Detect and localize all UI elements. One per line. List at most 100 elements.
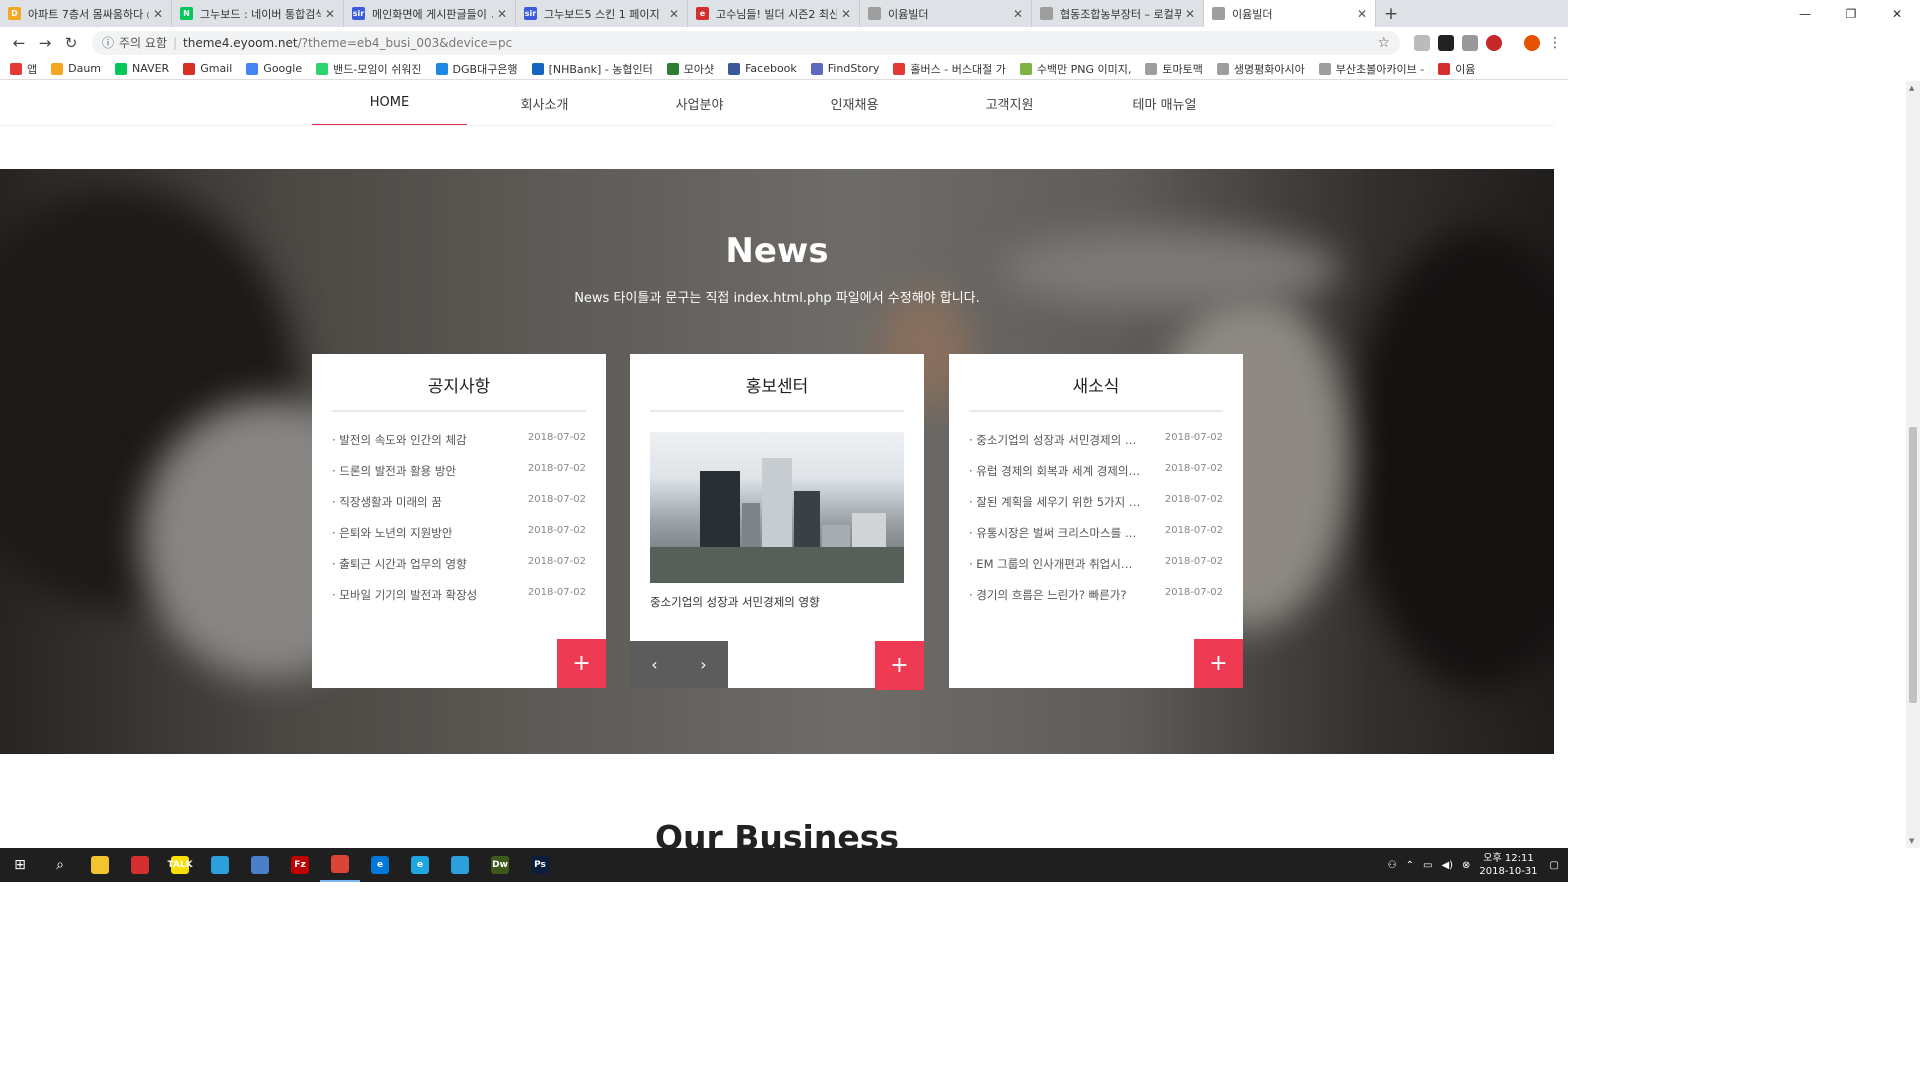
close-tab-icon[interactable]: ✕ [1013,7,1023,21]
info-icon[interactable]: ⓘ [102,34,114,51]
notice-more-button[interactable]: + [557,639,606,688]
bookmark-item[interactable]: DGB대구은행 [435,61,518,77]
chrome-icon[interactable] [320,848,360,882]
close-window-icon[interactable]: ✕ [1874,0,1920,27]
back-icon[interactable]: ← [6,34,32,52]
bookmark-item[interactable]: 홀버스 - 버스대절 가 [893,61,1006,77]
bookmark-item[interactable]: 앱 [10,61,37,77]
new-tab-button[interactable]: + [1376,0,1406,27]
browser-tab[interactable]: e 고수님들! 빌더 시즌2 최신 ✕ [688,0,860,27]
bookmark-item[interactable]: Gmail [183,62,232,75]
extension-icon[interactable] [1438,34,1454,51]
nav-item[interactable]: 고객지원 [932,81,1087,126]
page-scrollbar[interactable]: ▲ ▼ [1906,81,1920,848]
close-tab-icon[interactable]: ✕ [841,7,851,21]
post-title[interactable]: · 발전의 속도와 인간의 체감 [332,432,467,463]
post-title[interactable]: · 직장생활과 미래의 꿈 [332,494,442,525]
forward-icon[interactable]: → [32,34,58,52]
nav-item[interactable]: 회사소개 [467,81,622,126]
filezilla-icon[interactable]: Fz [280,848,320,882]
bookmark-item[interactable]: 토마토맥 [1145,61,1203,77]
telegram2-icon[interactable] [440,848,480,882]
nav-item[interactable]: 인재채용 [777,81,932,126]
bookmark-item[interactable]: [NHBank] - 농협인터 [531,61,653,77]
list-item[interactable]: · 드론의 발전과 활용 방안 2018-07-02 [332,463,586,494]
menu-kebab-icon[interactable]: ⋮ [1548,35,1562,51]
people-icon[interactable]: ⚇ [1388,860,1397,871]
tray-expand-icon[interactable]: ⌃ [1406,860,1414,871]
notifications-icon[interactable]: ▢ [1550,860,1559,871]
bookmark-item[interactable]: 수백만 PNG 이미지, [1019,61,1131,77]
newsfeed-more-button[interactable]: + [1194,639,1243,688]
list-item[interactable]: · EM 그룹의 인사개편과 취업시… 2018-07-02 [969,556,1223,587]
list-item[interactable]: · 유통시장은 벌써 크리스마스를 … 2018-07-02 [969,525,1223,556]
bookmark-item[interactable]: Google [246,62,302,75]
edge-icon[interactable]: e [360,848,400,882]
post-title[interactable]: · 잘된 계획을 세우기 위한 5가지 … [969,494,1140,525]
list-item[interactable]: · 경기의 흐름은 느린가? 빠른가? 2018-07-02 [969,587,1223,618]
browser-tab[interactable]: 이윰빌더 ✕ [860,0,1032,27]
close-tab-icon[interactable]: ✕ [1185,7,1195,21]
close-tab-icon[interactable]: ✕ [325,7,335,21]
url-input[interactable]: ⓘ 주의 요함 | theme4.eyoom.net /?theme=eb4_b… [92,30,1400,55]
post-title[interactable]: · 유럽 경제의 회복과 세계 경제의… [969,463,1140,494]
minimize-icon[interactable]: — [1782,0,1828,27]
extension-icon[interactable] [1462,34,1478,51]
browser-tab[interactable]: N 그누보드 : 네이버 통합검색 ✕ [172,0,344,27]
post-title[interactable]: · 드론의 발전과 활용 방안 [332,463,456,494]
volume-icon[interactable]: ◀) [1441,860,1453,871]
restore-icon[interactable]: ❐ [1828,0,1874,27]
extension-icon[interactable] [1414,34,1430,51]
scroll-up-icon[interactable]: ▲ [1909,84,1914,92]
close-tab-icon[interactable]: ✕ [669,7,679,21]
pr-caption[interactable]: 중소기업의 성장과 서민경제의 영향 [650,594,820,610]
extension-icon[interactable] [1486,34,1502,51]
search-icon[interactable]: ⌕ [40,848,80,882]
app-blue-icon[interactable] [240,848,280,882]
post-title[interactable]: · 유통시장은 벌써 크리스마스를 … [969,525,1136,556]
browser-tab[interactable]: 이윰빌더 ✕ [1204,0,1376,27]
dreamweaver-icon[interactable]: Dw [480,848,520,882]
post-title[interactable]: · 경기의 흐름은 느린가? 빠른가? [969,587,1126,618]
bookmark-item[interactable]: NAVER [115,62,169,75]
slider-prev-button[interactable]: ‹ [630,641,679,688]
reload-icon[interactable]: ↻ [58,34,84,52]
nav-item[interactable]: HOME [312,81,467,126]
bookmark-item[interactable]: 생명평화아시아 [1216,61,1305,77]
list-item[interactable]: · 모바일 기기의 발전과 확장성 2018-07-02 [332,587,586,618]
ie-icon[interactable]: e [400,848,440,882]
slider-next-button[interactable]: › [679,641,728,688]
post-title[interactable]: · 출퇴근 시간과 업무의 영향 [332,556,467,587]
bookmark-star-icon[interactable]: ☆ [1377,35,1390,51]
browser-tab[interactable]: sir 메인화면에 게시판글들이 ↗ ✕ [344,0,516,27]
photoshop-icon[interactable]: Ps [520,848,560,882]
telegram-icon[interactable] [200,848,240,882]
bookmark-item[interactable]: 이윰 [1438,61,1475,77]
nav-item[interactable]: 테마 매뉴얼 [1087,81,1242,126]
windows-start-icon[interactable]: ⊞ [0,848,40,882]
list-item[interactable]: · 은퇴와 노년의 지원방안 2018-07-02 [332,525,586,556]
pr-more-button[interactable]: + [875,641,924,690]
list-item[interactable]: · 직장생활과 미래의 꿈 2018-07-02 [332,494,586,525]
file-explorer-icon[interactable] [80,848,120,882]
status-icon[interactable]: ⊗ [1462,860,1470,871]
bookmark-item[interactable]: Daum [51,62,101,75]
nav-item[interactable]: 사업분야 [622,81,777,126]
scrollbar-thumb[interactable] [1909,427,1917,703]
bookmark-item[interactable]: Facebook [728,62,797,75]
list-item[interactable]: · 유럽 경제의 회복과 세계 경제의… 2018-07-02 [969,463,1223,494]
pr-thumbnail-image[interactable] [650,432,904,583]
browser-tab[interactable]: 협동조합농부장터 – 로컬푸 ✕ [1032,0,1204,27]
close-tab-icon[interactable]: ✕ [153,7,163,21]
clock[interactable]: 오후 12:11 2018-10-31 [1479,852,1537,878]
close-tab-icon[interactable]: ✕ [497,7,507,21]
post-title[interactable]: · 모바일 기기의 발전과 확장성 [332,587,477,618]
close-tab-icon[interactable]: ✕ [1357,7,1367,21]
browser-tab[interactable]: sir 그누보드5 스킨 1 페이지 ✕ [516,0,688,27]
bookmark-item[interactable]: 부산초볼아카이브 - [1318,61,1424,77]
kakaotalk-icon[interactable]: TALK [160,848,200,882]
list-item[interactable]: · 잘된 계획을 세우기 위한 5가지 … 2018-07-02 [969,494,1223,525]
bookmark-item[interactable]: 모아샷 [666,61,714,77]
post-title[interactable]: · 은퇴와 노년의 지원방안 [332,525,452,556]
post-title[interactable]: · EM 그룹의 인사개편과 취업시… [969,556,1132,587]
